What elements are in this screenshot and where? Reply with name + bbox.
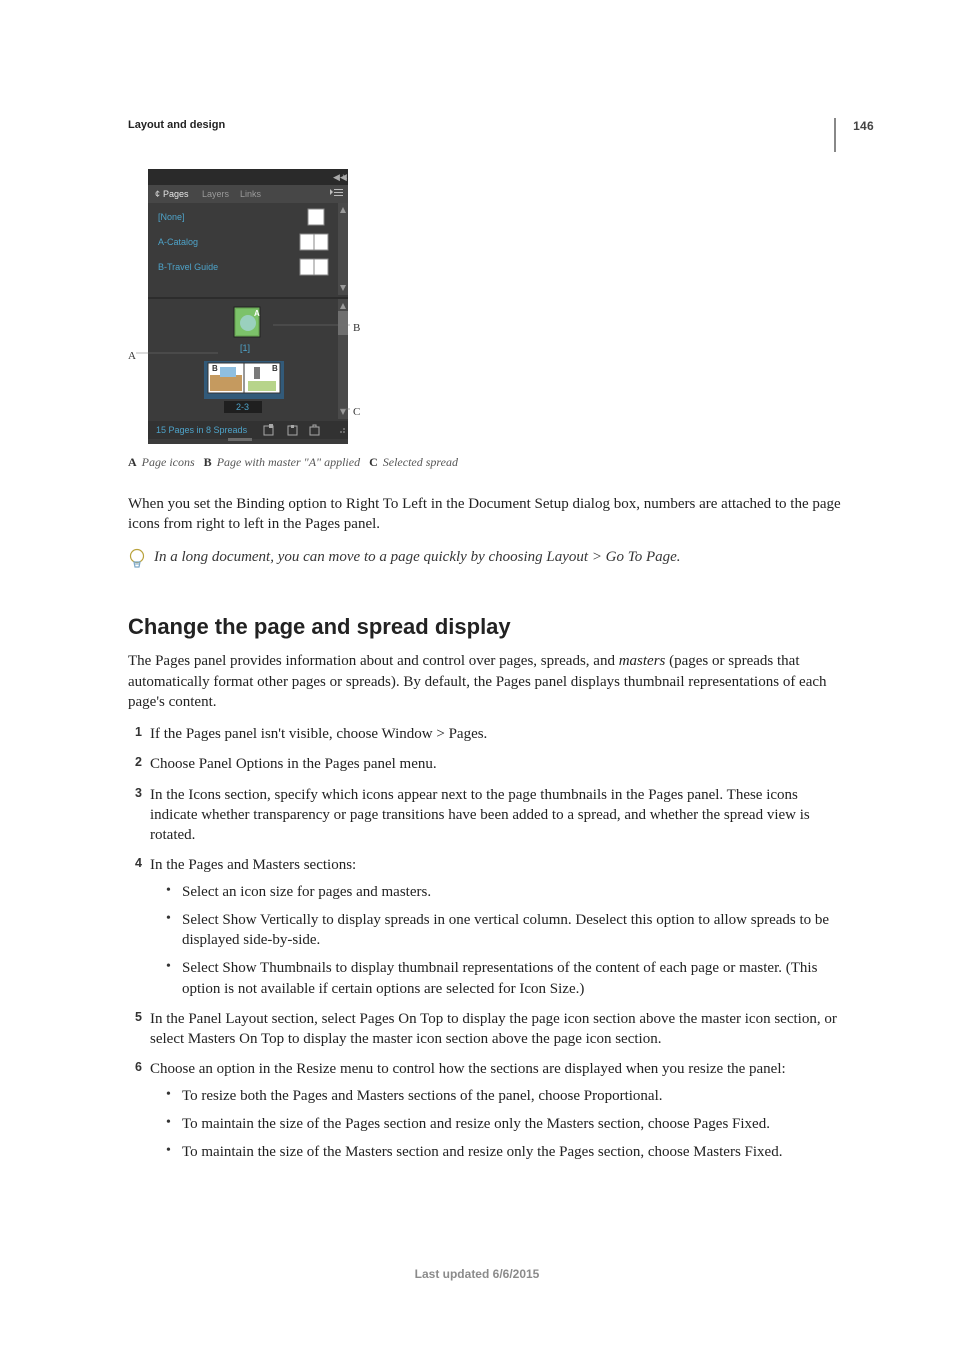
lightbulb-icon [128, 548, 146, 578]
tip: In a long document, you can move to a pa… [128, 547, 844, 578]
step-4a: Select an icon size for pages and master… [150, 882, 844, 902]
step-3: In the Icons section, specify which icon… [128, 785, 844, 846]
step-2: Choose Panel Options in the Pages panel … [128, 754, 844, 774]
spread-label-2: 2-3 [236, 402, 249, 412]
master-a: A-Catalog [158, 237, 198, 247]
svg-text:A: A [254, 309, 260, 318]
page-number: 146 [853, 118, 876, 134]
step-4c: Select Show Thumbnails to display thumbn… [150, 958, 844, 999]
step-1: If the Pages panel isn't visible, choose… [128, 724, 844, 744]
spread-label-1: [1] [240, 343, 250, 353]
panel-status: 15 Pages in 8 Spreads [156, 425, 248, 435]
footer-last-updated: Last updated 6/6/2015 [0, 1266, 954, 1282]
figure-pages-panel: A B C ◀◀ × ¢ Pages Layers Links [128, 169, 488, 444]
pages-panel-mockup: ◀◀ × ¢ Pages Layers Links [None] A-Catal… [128, 169, 358, 444]
chapter-label: Layout and design [128, 118, 844, 133]
step-4-sublist: Select an icon size for pages and master… [150, 882, 844, 999]
paragraph-binding: When you set the Binding option to Right… [128, 494, 844, 535]
callout-b: B [353, 321, 360, 336]
tip-text: In a long document, you can move to a pa… [154, 547, 681, 567]
step-6a: To resize both the Pages and Masters sec… [150, 1086, 844, 1106]
section-heading: Change the page and spread display [128, 612, 844, 642]
svg-text:×: × [342, 172, 348, 183]
steps-list: If the Pages panel isn't visible, choose… [128, 724, 844, 1162]
page-number-box: 146 [834, 118, 876, 152]
master-none: [None] [158, 212, 185, 222]
master-b: B-Travel Guide [158, 262, 218, 272]
tab-links: Links [240, 189, 262, 199]
svg-text:B: B [272, 364, 278, 373]
step-6-sublist: To resize both the Pages and Masters sec… [150, 1086, 844, 1163]
tab-pages: Pages [163, 189, 189, 199]
step-5: In the Panel Layout section, select Page… [128, 1009, 844, 1050]
tab-layers: Layers [202, 189, 230, 199]
step-6: Choose an option in the Resize menu to c… [128, 1059, 844, 1162]
callout-c: C [353, 405, 360, 420]
step-4b: Select Show Vertically to display spread… [150, 910, 844, 951]
panel-dot: ¢ [155, 189, 160, 199]
scroll-thumb [338, 311, 348, 335]
step-6c: To maintain the size of the Masters sect… [150, 1142, 844, 1162]
svg-text:B: B [212, 364, 218, 373]
figure-caption: A Page icons B Page with master "A" appl… [128, 454, 844, 470]
section-intro: The Pages panel provides information abo… [128, 651, 844, 712]
step-6b: To maintain the size of the Pages sectio… [150, 1114, 844, 1134]
step-4: In the Pages and Masters sections: Selec… [128, 855, 844, 999]
callout-a: A [128, 349, 136, 364]
